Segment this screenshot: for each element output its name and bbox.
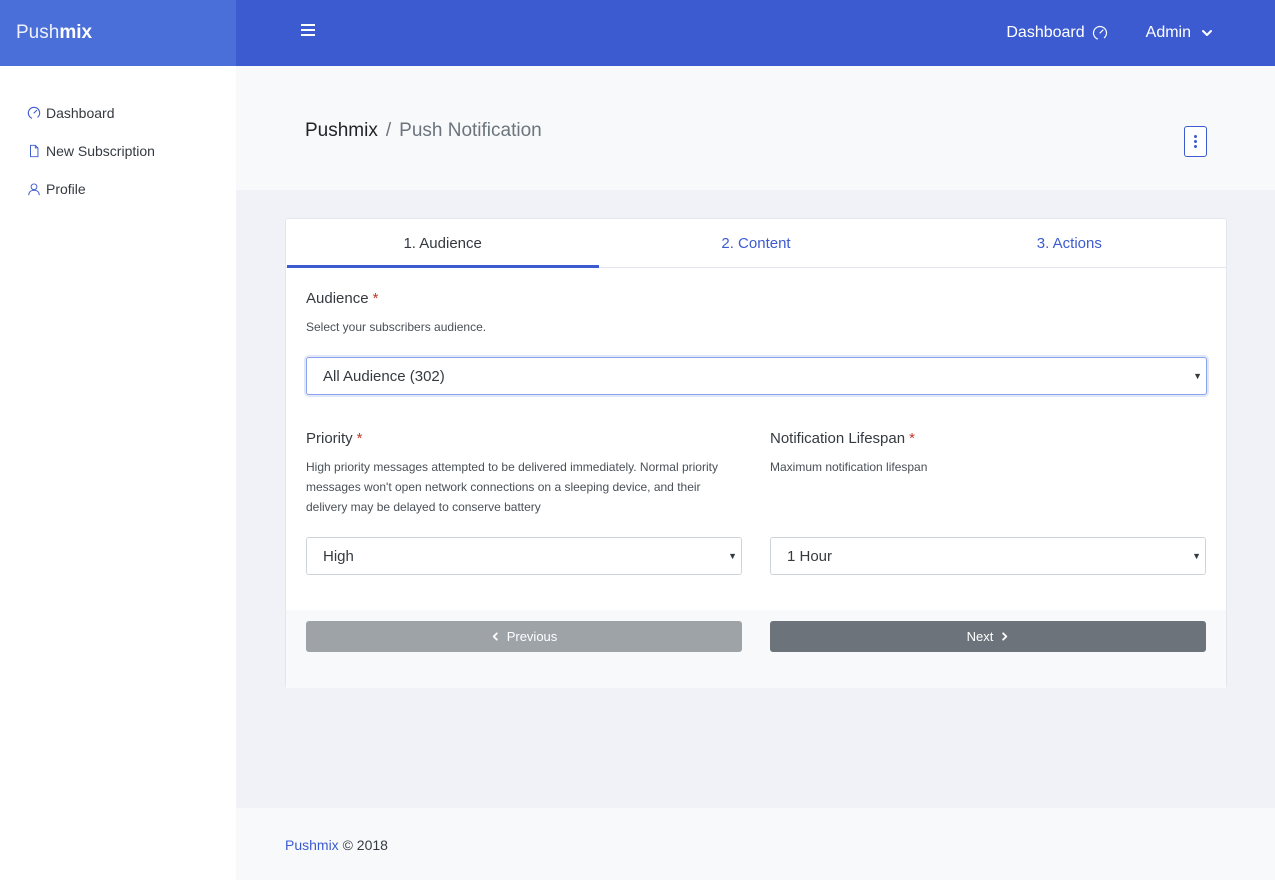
brand-logo[interactable]: Push mix bbox=[0, 0, 236, 66]
page-header: Pushmix / Push Notification bbox=[236, 66, 1275, 190]
tab-audience[interactable]: 1. Audience bbox=[286, 219, 600, 268]
audience-select-value: All Audience (302) bbox=[323, 367, 445, 385]
required-mark: * bbox=[356, 430, 363, 447]
priority-select-value: High bbox=[323, 547, 354, 565]
priority-help-text: High priority messages attempted to be d… bbox=[306, 460, 718, 514]
kebab-dot bbox=[1194, 145, 1197, 148]
wizard-card: 1. Audience 2. Content 3. Actions Audien… bbox=[285, 218, 1227, 688]
audience-select[interactable]: All Audience (302) ▼ bbox=[306, 357, 1207, 395]
sidebar-item-label: New Subscription bbox=[46, 143, 155, 159]
previous-button[interactable]: Previous bbox=[306, 621, 742, 652]
footer-text: Pushmix © 2018 bbox=[285, 837, 388, 853]
lifespan-help-text: Maximum notification lifespan bbox=[770, 460, 928, 474]
top-dashboard-label: Dashboard bbox=[1006, 24, 1085, 41]
speedometer-icon bbox=[27, 106, 41, 120]
sidebar-nav: Dashboard New Subscription Profile bbox=[0, 66, 236, 208]
next-button-label: Next bbox=[966, 629, 994, 644]
chevron-right-icon bbox=[1002, 632, 1008, 641]
document-icon bbox=[27, 144, 41, 158]
next-button[interactable]: Next bbox=[770, 621, 1206, 652]
speedometer-icon bbox=[1092, 25, 1107, 41]
audience-label: Audience * bbox=[306, 290, 379, 307]
top-navbar: Dashboard Admin bbox=[236, 0, 1275, 66]
brand-part1: Push bbox=[16, 22, 60, 43]
lifespan-select-value: 1 Hour bbox=[787, 547, 833, 565]
sidebar-item-label: Dashboard bbox=[46, 105, 115, 121]
breadcrumb: Pushmix / Push Notification bbox=[305, 120, 542, 142]
sidebar-item-new-subscription[interactable]: New Subscription bbox=[0, 132, 236, 170]
caret-down-icon: ▼ bbox=[728, 551, 737, 561]
tab-actions[interactable]: 3. Actions bbox=[913, 219, 1226, 267]
caret-down-icon: ▼ bbox=[1193, 371, 1202, 381]
audience-help-text: Select your subscribers audience. bbox=[306, 320, 487, 334]
required-mark: * bbox=[372, 290, 379, 307]
chevron-down-icon bbox=[1202, 30, 1212, 36]
sidebar: Push mix Dashboard New Subscription Profi… bbox=[0, 0, 236, 880]
user-menu-dropdown[interactable]: Admin bbox=[1146, 24, 1213, 42]
more-options-button[interactable] bbox=[1184, 126, 1207, 157]
kebab-dot bbox=[1194, 140, 1197, 143]
breadcrumb-root[interactable]: Pushmix bbox=[305, 120, 378, 142]
brand-part2: mix bbox=[59, 22, 93, 43]
caret-down-icon: ▼ bbox=[1192, 551, 1201, 561]
chevron-left-icon bbox=[492, 632, 498, 641]
kebab-dot bbox=[1194, 135, 1197, 138]
top-dashboard-link[interactable]: Dashboard bbox=[1006, 24, 1107, 42]
priority-label: Priority * bbox=[306, 430, 363, 447]
breadcrumb-separator: / bbox=[385, 120, 392, 141]
user-menu-label: Admin bbox=[1145, 24, 1191, 41]
priority-select[interactable]: High ▼ bbox=[306, 537, 742, 575]
top-nav-right: Dashboard Admin bbox=[1006, 0, 1213, 66]
breadcrumb-current: Push Notification bbox=[399, 120, 542, 141]
lifespan-label: Notification Lifespan * bbox=[770, 430, 915, 447]
sidebar-item-profile[interactable]: Profile bbox=[0, 170, 236, 208]
hamburger-menu-icon[interactable] bbox=[301, 24, 315, 38]
user-icon bbox=[27, 182, 41, 196]
lifespan-select[interactable]: 1 Hour ▼ bbox=[770, 537, 1206, 575]
wizard-tabs: 1. Audience 2. Content 3. Actions bbox=[286, 219, 1226, 268]
tab-content[interactable]: 2. Content bbox=[599, 219, 912, 267]
sidebar-item-dashboard[interactable]: Dashboard bbox=[0, 94, 236, 132]
required-mark: * bbox=[909, 430, 915, 447]
page-footer: Pushmix © 2018 bbox=[236, 808, 1275, 880]
audience-step-form: Audience * Select your subscribers audien… bbox=[286, 268, 1226, 610]
footer-copyright: © 2018 bbox=[338, 837, 388, 853]
sidebar-item-label: Profile bbox=[46, 181, 86, 197]
wizard-footer: Previous Next bbox=[286, 610, 1226, 688]
previous-button-label: Previous bbox=[506, 629, 558, 644]
footer-brand-link[interactable]: Pushmix bbox=[285, 837, 339, 853]
